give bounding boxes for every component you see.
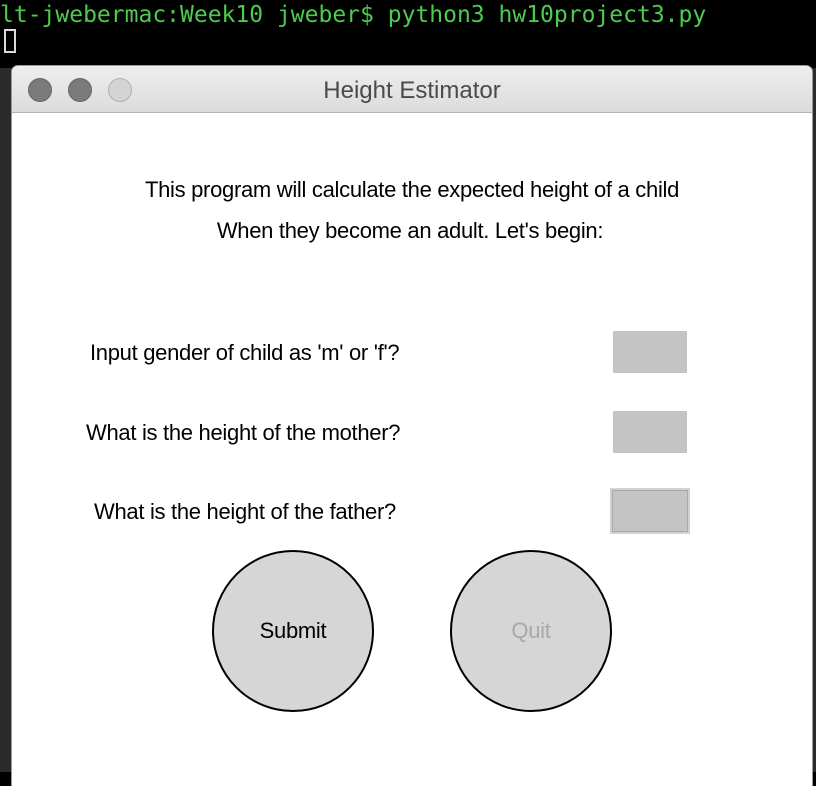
- submit-button-label: Submit: [259, 618, 327, 643]
- intro-text-line-1: This program will calculate the expected…: [144, 177, 680, 202]
- intro-text-line-2: When they become an adult. Let's begin:: [216, 218, 604, 243]
- window-title: Height Estimator: [323, 77, 501, 104]
- window-titlebar[interactable]: Height Estimator: [12, 66, 812, 113]
- father-height-input[interactable]: [610, 488, 690, 534]
- terminal-prompt-line: lt-jwebermac:Week10 jweber$ python3 hw10…: [0, 2, 707, 28]
- quit-button[interactable]: Quit: [450, 550, 612, 712]
- height-estimator-window: Height Estimator This program will calcu…: [12, 66, 812, 786]
- terminal-cursor: [4, 29, 16, 53]
- gender-question-label: Input gender of child as 'm' or 'f'?: [90, 340, 400, 365]
- submit-button[interactable]: Submit: [212, 550, 374, 712]
- window-content: This program will calculate the expected…: [12, 113, 812, 786]
- quit-button-label: Quit: [511, 618, 551, 643]
- father-height-question-label: What is the height of the father?: [94, 499, 396, 524]
- gender-input[interactable]: [613, 331, 687, 373]
- mother-height-question-label: What is the height of the mother?: [86, 420, 401, 445]
- terminal-edge-left: [0, 68, 12, 772]
- mother-height-input[interactable]: [613, 411, 687, 453]
